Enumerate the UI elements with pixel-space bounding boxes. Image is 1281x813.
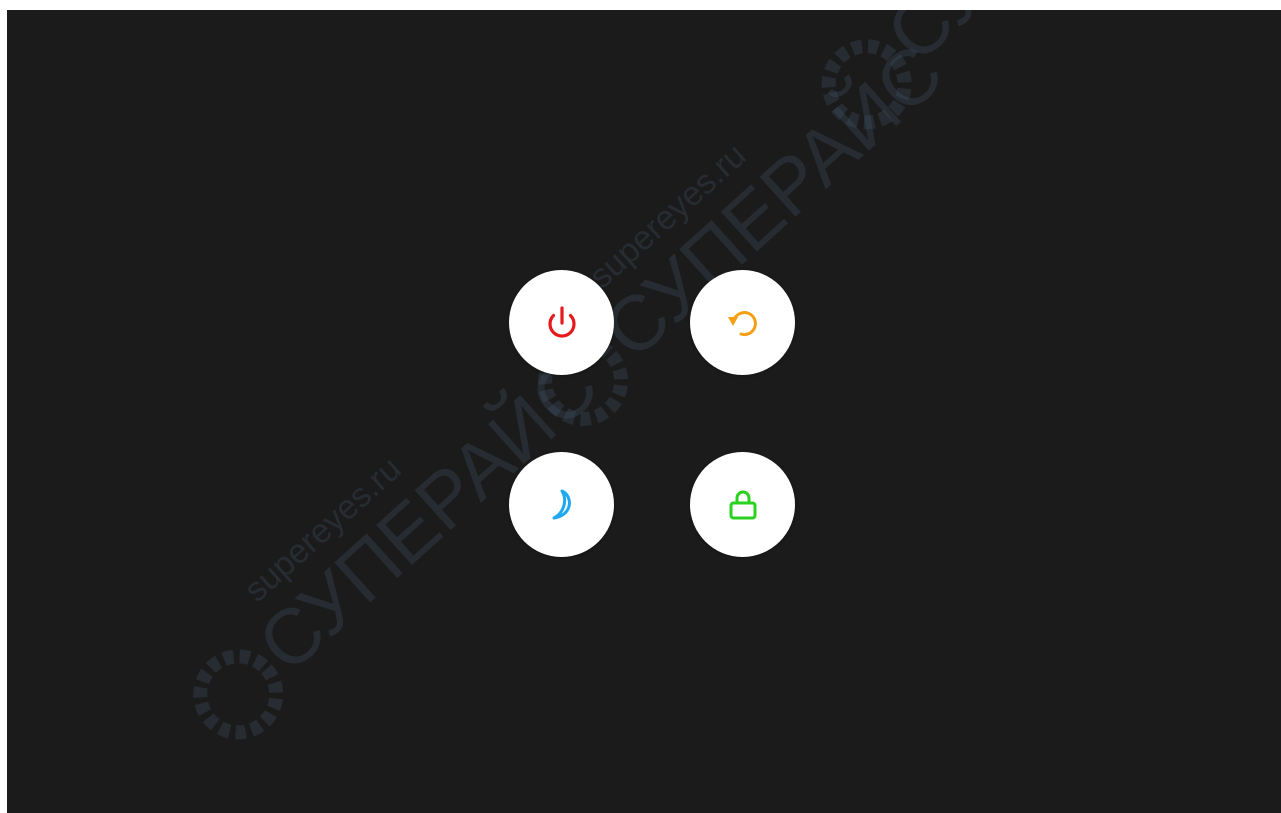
lock-button[interactable] — [690, 452, 795, 557]
lock-icon — [721, 483, 765, 527]
screen: СУПЕРАЙС СУПЕРАЙС supereyes.ru СУПЕРАЙС … — [7, 10, 1281, 813]
restart-button[interactable] — [690, 270, 795, 375]
power-menu — [7, 10, 1281, 813]
power-icon — [540, 301, 584, 345]
restart-icon — [721, 301, 765, 345]
moon-icon — [540, 483, 584, 527]
sleep-button[interactable] — [509, 452, 614, 557]
power-off-button[interactable] — [509, 270, 614, 375]
